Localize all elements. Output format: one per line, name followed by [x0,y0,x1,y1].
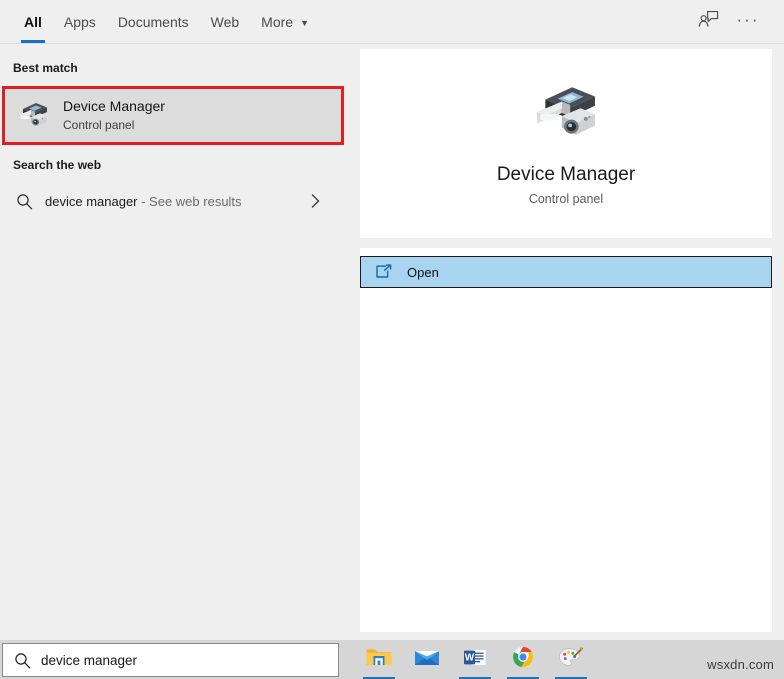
preview-subtitle: Control panel [528,192,604,206]
tab-apps[interactable]: Apps [53,0,107,44]
taskbar-item-chrome[interactable] [499,640,547,679]
tab-web[interactable]: Web [200,0,251,44]
best-match-title: Device Manager [63,98,165,114]
more-options-button[interactable]: ··· [728,4,768,40]
open-button[interactable]: Open [360,256,772,288]
tab-more[interactable]: More ▼ [250,0,320,44]
tab-all-label: All [24,14,42,30]
best-match-result[interactable]: Device Manager Control panel [3,87,343,143]
app-actions-card: Open [360,248,772,632]
best-match-subtitle: Control panel [63,118,135,132]
web-search-query: device manager [45,193,138,209]
best-match-heading: Best match [13,61,78,75]
web-search-result[interactable]: device manager - See web results [3,184,343,218]
app-preview-content: Device Manager Control panel [360,49,772,238]
search-icon [3,193,45,210]
taskbar-item-word[interactable]: W [451,640,499,679]
preview-title: Device Manager [496,164,636,185]
tab-documents[interactable]: Documents [107,0,200,44]
tab-apps-label: Apps [63,14,96,30]
tab-web-label: Web [210,14,240,30]
device-manager-icon [9,100,57,130]
tab-documents-label: Documents [117,14,189,30]
site-watermark: wsxdn.com [707,657,774,672]
taskbar-app-buttons: W [355,640,595,679]
mail-icon [413,645,441,674]
chrome-icon [510,645,536,674]
taskbar-search-value: device manager [41,652,138,668]
windows-search-flyout: All Apps Documents Web More ▼ Best match [0,0,784,640]
search-flyout-screen: All Apps Documents Web More ▼ Best match [0,0,784,679]
word-icon: W [461,645,489,674]
search-the-web-heading: Search the web [13,158,102,172]
preview-pane: Device Manager Control panel Open [348,0,784,640]
flyout-header-actions: ··· [348,0,784,44]
taskbar-item-file-explorer[interactable] [355,640,403,679]
tab-more-label: More [261,14,294,30]
paint-icon [557,645,585,674]
filter-tabs: All Apps Documents Web More ▼ [0,0,348,44]
ellipsis-icon: ··· [736,9,760,29]
svg-text:W: W [465,653,475,664]
file-explorer-icon [365,645,393,674]
taskbar-item-paint[interactable] [547,640,595,679]
open-external-icon [361,264,407,280]
best-match-text: Device Manager Control panel [63,97,165,133]
chevron-right-icon [310,193,321,209]
header-divider [0,43,784,44]
chevron-down-icon: ▼ [300,17,309,28]
open-button-label: Open [407,264,439,280]
feedback-person-icon [698,10,719,34]
web-search-label: device manager - See web results [45,194,242,209]
taskbar-item-mail[interactable] [403,640,451,679]
web-search-suffix: - See web results [137,193,242,209]
taskbar-search-input[interactable]: device manager [2,643,339,677]
search-icon [3,652,41,669]
device-manager-icon [529,81,603,148]
feedback-button[interactable] [688,4,728,40]
search-results-pane: All Apps Documents Web More ▼ Best match [0,0,348,640]
app-preview-card: Device Manager Control panel [360,49,772,238]
tab-all[interactable]: All [13,0,53,44]
